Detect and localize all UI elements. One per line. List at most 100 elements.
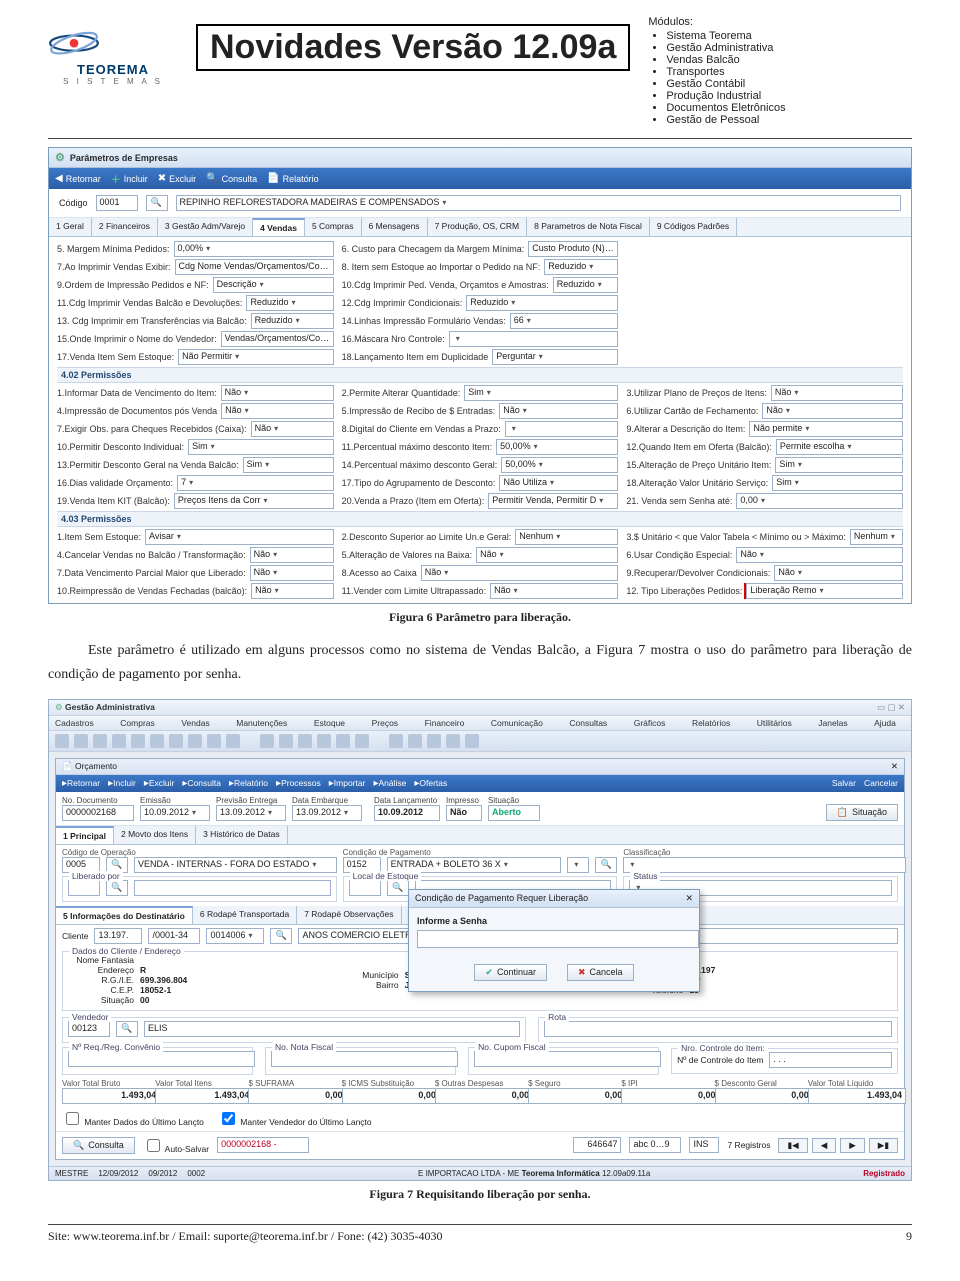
field-input[interactable]: Nenhum	[850, 529, 903, 545]
toolbar-icon[interactable]	[55, 734, 69, 748]
field-input[interactable]: Avisar	[145, 529, 334, 545]
menu-vendas[interactable]: Vendas	[181, 718, 209, 728]
tab-2-movto-dos-itens[interactable]: 2 Movto dos Itens	[114, 826, 196, 844]
field-input[interactable]: Reduzido	[553, 277, 619, 293]
field-input[interactable]: Não	[250, 565, 334, 581]
toolbar-icon[interactable]	[226, 734, 240, 748]
auto-salvar-check[interactable]: Auto-Salvar	[143, 1136, 209, 1155]
pager-last[interactable]: ▶▮	[869, 1138, 898, 1153]
cancelar-button[interactable]: Cancelar	[864, 778, 898, 788]
field-input[interactable]: Sim	[188, 439, 334, 455]
importar-button[interactable]: ▸Importar	[329, 778, 366, 789]
liberado-search[interactable]: 🔍	[106, 880, 128, 896]
field-input[interactable]: Não permite	[749, 421, 903, 437]
toolbar-icon[interactable]	[465, 734, 479, 748]
tab-7-rodapé-observações[interactable]: 7 Rodapé Observações	[297, 906, 401, 924]
excluir-button[interactable]: ▸Excluir	[144, 778, 175, 789]
field-input[interactable]: Perguntar	[492, 349, 618, 365]
field-input[interactable]: Vendas/Orçamentos/Condicionais/Devolucoe…	[221, 331, 334, 347]
menu-comunicação[interactable]: Comunicação	[491, 718, 543, 728]
field-input[interactable]: Não	[251, 583, 334, 599]
menu-ajuda[interactable]: Ajuda	[874, 718, 896, 728]
field-input[interactable]: Não	[762, 403, 903, 419]
field-input[interactable]: Não	[221, 385, 334, 401]
manter-dados-check[interactable]: Manter Dados do Último Lançto	[62, 1109, 204, 1128]
toolbar-icon[interactable]	[93, 734, 107, 748]
field-input[interactable]: Não	[771, 385, 903, 401]
subwindow-close[interactable]: ✕	[891, 761, 898, 772]
toolbar-icon[interactable]	[112, 734, 126, 748]
menu-gráficos[interactable]: Gráficos	[634, 718, 666, 728]
field-input[interactable]: 7	[177, 475, 334, 491]
empresa-select[interactable]: REPINHO REFLORESTADORA MADEIRAS E COMPEN…	[176, 195, 901, 211]
codigo-search-button[interactable]: 🔍	[146, 195, 168, 211]
field-input[interactable]: Sim	[243, 457, 334, 473]
toolbar-icon[interactable]	[260, 734, 274, 748]
field-input[interactable]: Permitir Venda, Permitir D	[488, 493, 618, 509]
field-input[interactable]: Não	[499, 403, 618, 419]
toolbar-icon[interactable]	[279, 734, 293, 748]
cliente-search[interactable]: 🔍	[270, 928, 292, 944]
ofertas-button[interactable]: ▸Ofertas	[414, 778, 447, 789]
dialog-close[interactable]: ✕	[685, 893, 693, 904]
incluir-button[interactable]: ＋Incluir	[111, 171, 148, 186]
field-input[interactable]: Reduzido	[251, 313, 334, 329]
local-estoque-search[interactable]: 🔍	[387, 880, 409, 896]
menu-preços[interactable]: Preços	[372, 718, 398, 728]
nro-controle-item[interactable]: . . .	[769, 1052, 892, 1068]
tab-5-compras[interactable]: 5 Compras	[305, 218, 362, 236]
tab-1-principal[interactable]: 1 Principal	[56, 826, 114, 844]
liberado-name[interactable]	[134, 880, 331, 896]
field-input[interactable]: 50,00%	[496, 439, 618, 455]
toolbar-icon[interactable]	[298, 734, 312, 748]
tab-9-códigos-padrões[interactable]: 9 Códigos Padrões	[650, 218, 737, 236]
prev-entrega-input[interactable]: 13.09.2012	[216, 805, 286, 821]
data-embarque-input[interactable]: 13.09.2012	[292, 805, 362, 821]
menu-financeiro[interactable]: Financeiro	[425, 718, 465, 728]
vendedor-search[interactable]: 🔍	[116, 1021, 138, 1037]
tab-1-geral[interactable]: 1 Geral	[49, 218, 92, 236]
consulta-button[interactable]: ▸Consulta	[182, 778, 221, 789]
field-input[interactable]: Sim	[464, 385, 618, 401]
field-input[interactable]: Cdg Nome Vendas/Orçamentos/Condicionais	[175, 259, 334, 275]
codigo-input[interactable]: 0001	[96, 195, 138, 211]
cond-pag-extra[interactable]	[567, 857, 589, 873]
field-input[interactable]	[449, 331, 619, 347]
continuar-button[interactable]: ✔Continuar	[474, 964, 547, 981]
tab-8-parametros-de-nota-fiscal[interactable]: 8 Parametros de Nota Fiscal	[527, 218, 650, 236]
field-input[interactable]: Reduzido	[246, 295, 333, 311]
field-input[interactable]: Não	[421, 565, 619, 581]
toolbar-icon[interactable]	[74, 734, 88, 748]
field-input[interactable]: Preços Itens da Corr	[174, 493, 334, 509]
liberado-code[interactable]	[68, 880, 100, 896]
field-input[interactable]: Não	[251, 421, 334, 437]
tab-5-informações-do-destinatário[interactable]: 5 Informações do Destinatário	[56, 906, 193, 924]
field-input[interactable]: Nenhum	[515, 529, 618, 545]
excluir-button[interactable]: ✖Excluir	[158, 173, 196, 184]
menu-janelas[interactable]: Janelas	[818, 718, 847, 728]
reqconv-input[interactable]	[68, 1051, 255, 1067]
pager-first[interactable]: ▮◀	[778, 1138, 807, 1153]
toolbar-icon[interactable]	[317, 734, 331, 748]
notafiscal-input[interactable]	[271, 1051, 458, 1067]
toolbar-icon[interactable]	[355, 734, 369, 748]
incluir-button[interactable]: ▸Incluir	[108, 778, 136, 789]
field-input[interactable]: Sim	[775, 457, 903, 473]
tab-7-produção,-os,-crm[interactable]: 7 Produção, OS, CRM	[428, 218, 528, 236]
tab-3-gestão-adm/varejo[interactable]: 3 Gestão Adm/Varejo	[158, 218, 253, 236]
toolbar-icon[interactable]	[446, 734, 460, 748]
classif-select[interactable]	[623, 857, 906, 873]
emissao-input[interactable]: 10.09.2012	[140, 805, 210, 821]
field-input[interactable]: Custo Produto (N) /Reposição	[528, 241, 618, 257]
tab-2-financeiros[interactable]: 2 Financeiros	[92, 218, 158, 236]
window-controls[interactable]: ▭ ▢ ✕	[877, 702, 905, 713]
vendedor-name[interactable]: ELIS	[144, 1021, 520, 1037]
salvar-button[interactable]: Salvar	[832, 778, 856, 788]
codigo-op-name[interactable]: VENDA - INTERNAS - FORA DO ESTADO	[134, 857, 337, 873]
retornar-button[interactable]: ▸Retornar	[62, 778, 100, 789]
field-input[interactable]: Reduzido	[544, 259, 618, 275]
field-input[interactable]: Liberação Remo	[746, 583, 903, 599]
toolbar-icon[interactable]	[336, 734, 350, 748]
cliente-code2[interactable]: /0001-34	[148, 928, 200, 944]
field-input[interactable]: Reduzido	[466, 295, 618, 311]
